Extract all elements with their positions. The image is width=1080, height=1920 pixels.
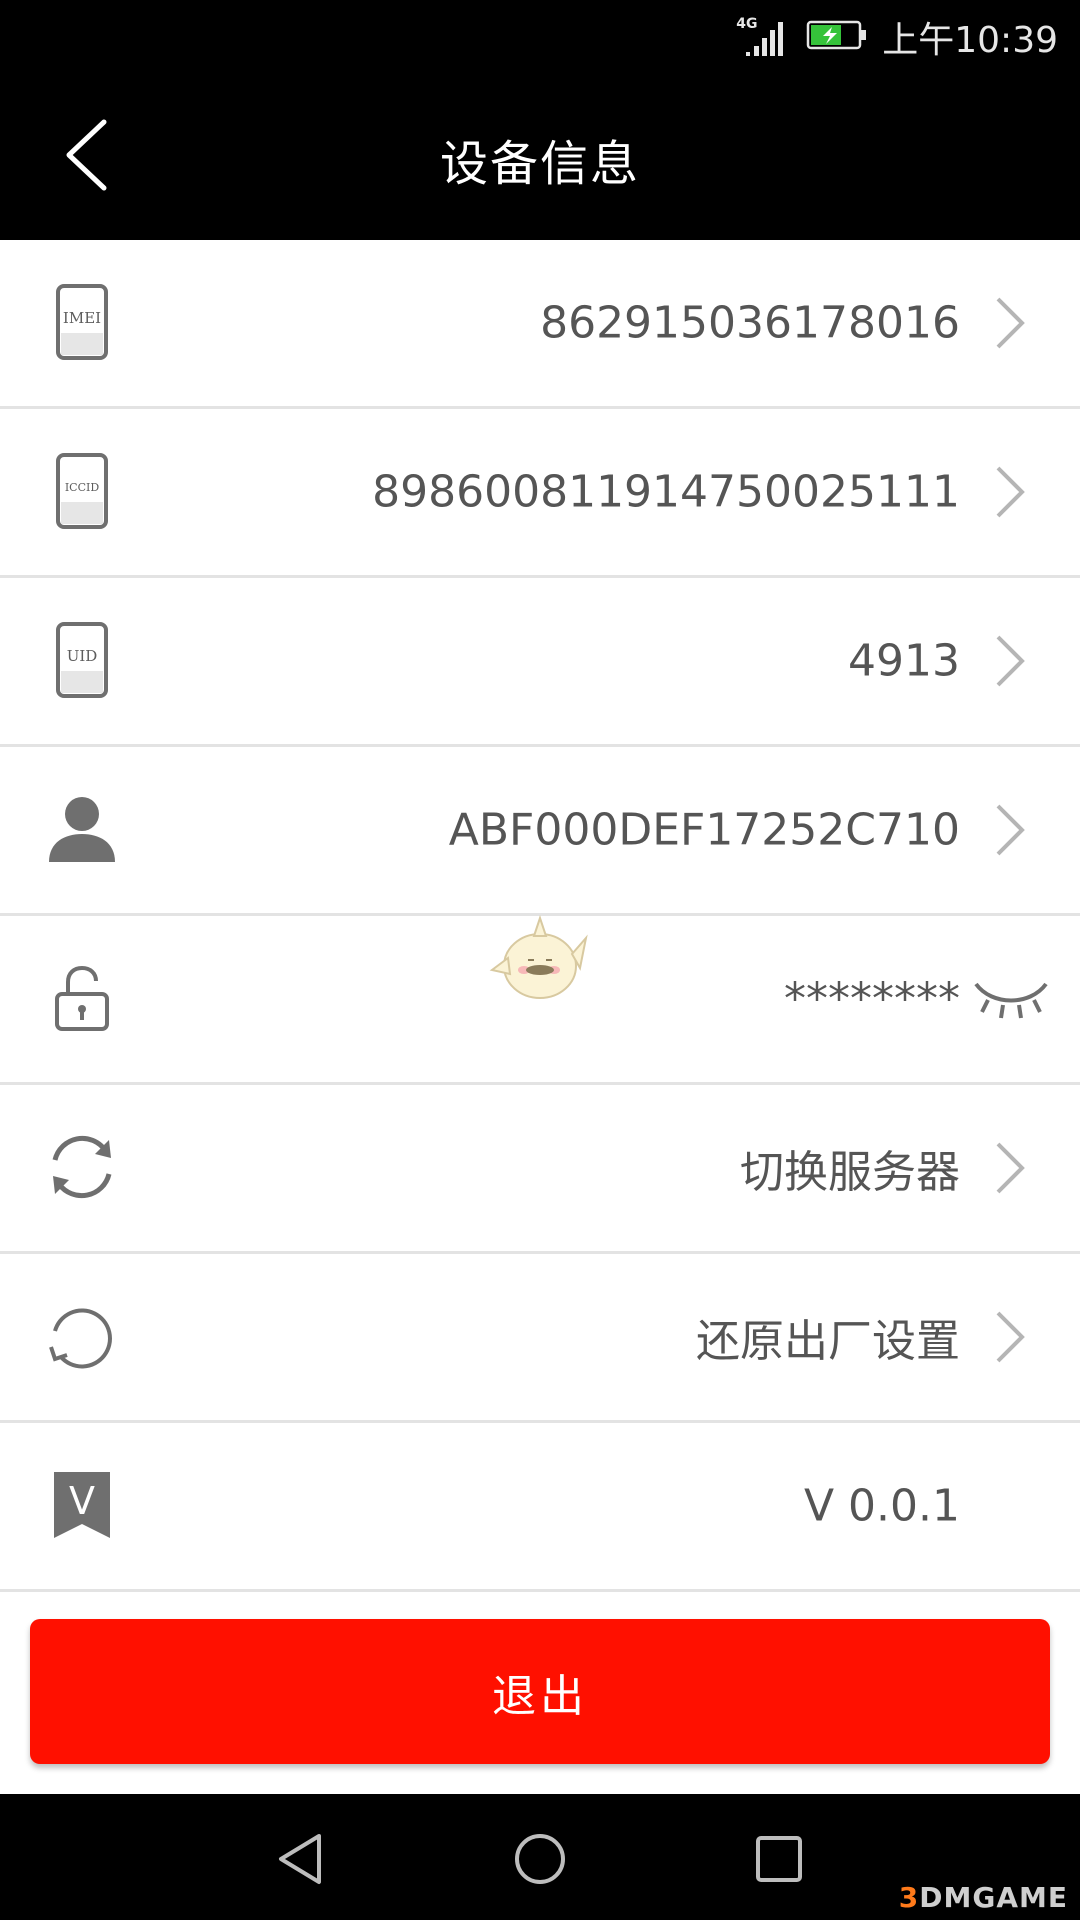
version-row: V V 0.0.1 xyxy=(0,1423,1080,1592)
factory-reset-icon xyxy=(46,1286,118,1386)
chevron-right-icon xyxy=(996,297,1025,349)
nav-home-circle-icon xyxy=(515,1834,565,1884)
svg-text:UID: UID xyxy=(67,647,98,665)
account-value: ABF000DEF17252C710 xyxy=(448,804,960,856)
unlocked-padlock-icon xyxy=(46,948,118,1048)
chevron-right-icon xyxy=(996,635,1025,687)
nav-home-button[interactable] xyxy=(505,1824,575,1894)
chevron-right-icon xyxy=(996,466,1025,518)
nav-recents-button[interactable] xyxy=(744,1824,814,1894)
watermark-logo: 3DMGAME xyxy=(899,1881,1068,1914)
signal-icon: 4G xyxy=(736,16,792,58)
chevron-right-icon xyxy=(996,1311,1025,1363)
svg-text:V: V xyxy=(69,1479,95,1523)
iccid-card-icon: ICCID xyxy=(46,441,118,541)
imei-row[interactable]: IMEI 862915036178016 xyxy=(0,240,1080,409)
logout-container: 退出 xyxy=(30,1619,1050,1764)
person-icon xyxy=(46,779,118,879)
status-bar: 4G 上午10:39 xyxy=(0,0,1080,74)
status-time: 上午10:39 xyxy=(882,20,1058,61)
chevron-right-icon xyxy=(996,1142,1025,1194)
uid-value: 4913 xyxy=(848,635,960,687)
device-info-screen: 4G 上午10:39 设备信息 IMEI 862915036178016 ICC… xyxy=(0,0,1080,1920)
iccid-row[interactable]: ICCID 898600811914750025111 xyxy=(0,409,1080,578)
switch-server-row[interactable]: 切换服务器 xyxy=(0,1085,1080,1254)
account-row[interactable]: ABF000DEF17252C710 xyxy=(0,747,1080,916)
status-icons: 4G 上午10:39 xyxy=(736,12,1058,62)
uid-row[interactable]: UID 4913 xyxy=(0,578,1080,747)
version-value: V 0.0.1 xyxy=(803,1480,960,1532)
battery-icon xyxy=(806,19,868,55)
chevron-right-icon xyxy=(996,804,1025,856)
nav-recents-square-icon xyxy=(756,1836,802,1882)
factory-reset-row[interactable]: 还原出厂设置 xyxy=(0,1254,1080,1423)
switch-server-icon xyxy=(46,1117,118,1217)
iccid-value: 898600811914750025111 xyxy=(372,466,960,518)
logout-button[interactable]: 退出 xyxy=(30,1619,1050,1764)
imei-card-icon: IMEI xyxy=(46,272,118,372)
watermark-text: DMGAME xyxy=(919,1881,1068,1914)
imei-value: 862915036178016 xyxy=(540,297,960,349)
svg-text:ICCID: ICCID xyxy=(65,481,100,494)
system-nav-bar: 3DMGAME xyxy=(0,1794,1080,1920)
page-title: 设备信息 xyxy=(439,136,640,192)
top-bar: 4G 上午10:39 设备信息 xyxy=(0,0,1080,240)
password-value: ******** xyxy=(784,973,960,1025)
svg-text:IMEI: IMEI xyxy=(63,309,101,327)
app-bar: 设备信息 xyxy=(0,74,1080,240)
watermark-prefix: 3 xyxy=(898,1881,920,1914)
nav-back-button[interactable] xyxy=(265,1824,335,1894)
uid-card-icon: UID xyxy=(46,610,118,710)
eye-closed-icon[interactable] xyxy=(972,976,1050,1022)
mascot-sticker-icon xyxy=(489,914,588,999)
switch-server-label: 切换服务器 xyxy=(740,1147,960,1198)
nav-back-triangle-icon xyxy=(279,1834,321,1884)
version-ribbon-icon: V xyxy=(46,1455,118,1555)
factory-reset-label: 还原出厂设置 xyxy=(696,1316,960,1367)
